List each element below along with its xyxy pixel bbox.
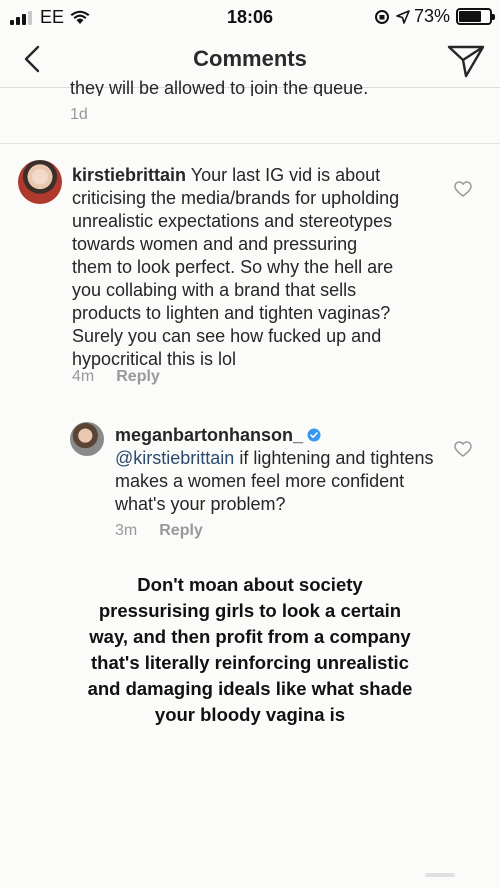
comment-age: 3m bbox=[115, 522, 138, 539]
comment-divider bbox=[0, 143, 500, 144]
previous-comment-text: they will be allowed to join the queue. bbox=[70, 78, 369, 96]
comment-username[interactable]: kirstiebrittain bbox=[72, 165, 186, 185]
comment-meta: 4m Reply bbox=[72, 368, 160, 386]
reply-button[interactable]: Reply bbox=[116, 368, 160, 386]
heart-icon[interactable] bbox=[454, 181, 472, 197]
heart-icon[interactable] bbox=[454, 441, 472, 457]
status-bar: EE 18:06 73% bbox=[0, 0, 500, 36]
previous-comment-age: 1d bbox=[70, 106, 88, 123]
orientation-lock-icon bbox=[374, 9, 389, 24]
verified-badge-icon bbox=[307, 428, 321, 442]
battery-icon bbox=[456, 8, 495, 25]
battery-percentage: 73% bbox=[413, 6, 450, 26]
comment-text: Your last IG vid is about criticising th… bbox=[72, 165, 400, 369]
battery-level-fill bbox=[459, 11, 481, 22]
previous-comment-clipped: they will be allowed to join the queue. bbox=[70, 78, 470, 96]
comment-body: kirstiebrittain Your last IG vid is abou… bbox=[72, 164, 402, 371]
comment-mention[interactable]: @kirstiebrittain bbox=[115, 448, 234, 468]
comment-age: 4m bbox=[72, 368, 95, 385]
comment-meta: 3m Reply bbox=[115, 522, 203, 540]
status-right: 73% bbox=[374, 6, 495, 27]
reply-button[interactable]: Reply bbox=[159, 522, 203, 540]
avatar[interactable] bbox=[18, 160, 62, 204]
comment-username[interactable]: meganbartonhanson_ bbox=[115, 425, 303, 445]
overlay-caption: Don't moan about society pressurising gi… bbox=[87, 574, 413, 725]
direct-send-icon[interactable] bbox=[446, 42, 486, 80]
home-indicator bbox=[425, 873, 455, 877]
page-title: Comments bbox=[193, 46, 307, 71]
comment-body: meganbartonhanson_ @kirstiebrittain if l… bbox=[115, 424, 440, 516]
location-arrow-icon bbox=[396, 9, 410, 24]
avatar[interactable] bbox=[70, 422, 104, 456]
